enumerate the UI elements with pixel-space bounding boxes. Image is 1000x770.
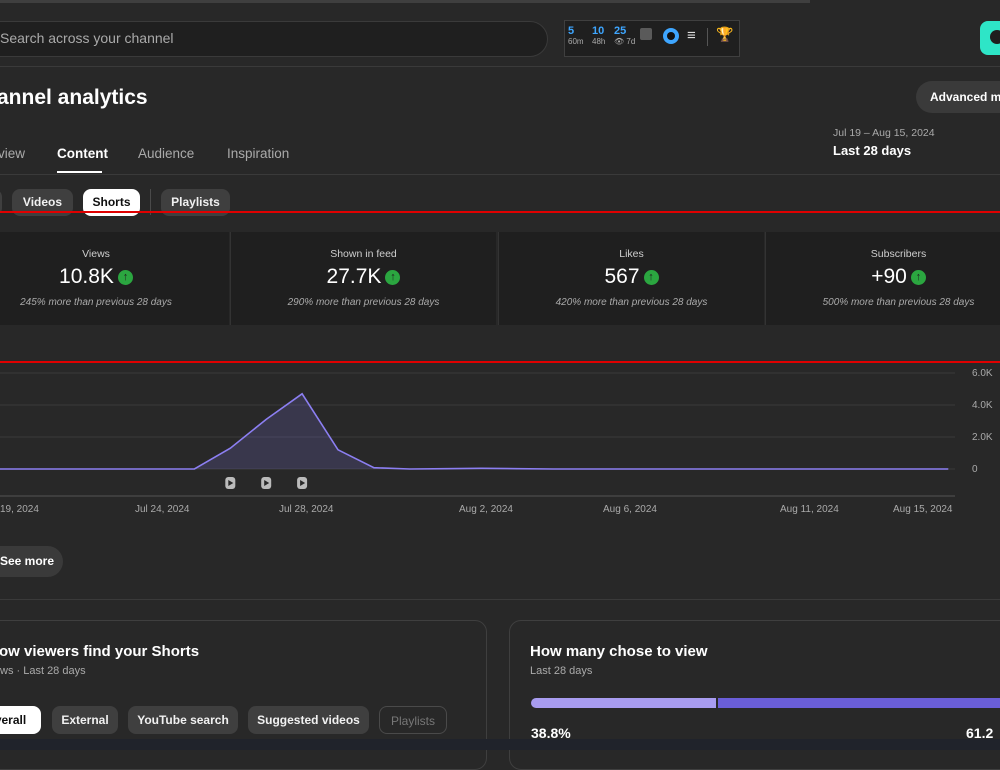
chip-external[interactable]: External (52, 706, 118, 734)
y-tick-label: 2.0K (972, 432, 993, 443)
data-point[interactable] (121, 467, 125, 471)
data-point[interactable] (157, 467, 161, 471)
toolbar-divider (707, 28, 708, 46)
chip-playlists-disabled[interactable]: Playlists (379, 706, 447, 734)
chose-to-view-subtitle: Last 28 days (530, 665, 593, 677)
menu-icon[interactable]: ≡ (687, 27, 696, 44)
metric-card-likes[interactable]: Likes 567 ↑ 420% more than previous 28 da… (498, 232, 764, 325)
data-point[interactable] (192, 467, 196, 471)
metric-value: +90 ↑ (766, 265, 1000, 289)
data-point[interactable] (587, 467, 591, 471)
data-point[interactable] (228, 446, 232, 450)
tab-content[interactable]: Content (57, 146, 108, 161)
tab-audience[interactable]: Audience (138, 146, 194, 161)
y-tick-label: 4.0K (972, 400, 993, 411)
ext-stat-7d: 25 👁 7d (614, 25, 636, 46)
metric-change: 500% more than previous 28 days (822, 297, 975, 308)
data-point[interactable] (803, 467, 807, 471)
data-point[interactable] (480, 466, 484, 470)
trend-up-icon: ↑ (385, 270, 401, 285)
os-taskbar (0, 739, 1000, 750)
metric-label: Views (82, 248, 110, 260)
see-more-button[interactable]: See more (0, 546, 63, 577)
trend-up-icon: ↑ (117, 270, 133, 285)
data-point[interactable] (13, 467, 17, 471)
metric-change: 420% more than previous 28 days (555, 297, 708, 308)
ext-stat-60m: 5 60m (568, 25, 584, 46)
create-icon (990, 30, 1000, 44)
chose-to-view-bar (531, 698, 716, 708)
metric-card-views[interactable]: Views 10.8K ↑ 245% more than previous 28 … (0, 232, 229, 325)
metric-value: 27.7K ↑ (231, 265, 496, 289)
page-title: annel analytics (0, 86, 148, 109)
data-point[interactable] (839, 467, 843, 471)
trophy-icon[interactable]: 🏆 (716, 26, 733, 43)
data-point[interactable] (623, 467, 627, 471)
trend-up-icon: ↑ (910, 270, 926, 285)
chose-to-view-title: How many chose to view (530, 643, 708, 660)
advanced-mode-button[interactable]: Advanced mo (916, 81, 1000, 113)
extension-toolbar (564, 20, 740, 57)
data-point[interactable] (49, 467, 53, 471)
chip-youtube-search[interactable]: YouTube search (128, 706, 238, 734)
active-tab-indicator (57, 171, 102, 173)
data-point[interactable] (551, 467, 555, 471)
x-tick-label: Jul 28, 2024 (279, 504, 334, 515)
top-divider (0, 0, 810, 3)
shorts-publish-icon[interactable] (225, 477, 236, 489)
tabs-divider (0, 174, 1000, 175)
x-tick-label: Aug 11, 2024 (780, 504, 839, 515)
data-point[interactable] (910, 467, 914, 471)
data-point[interactable] (372, 466, 376, 470)
data-point[interactable] (336, 448, 340, 452)
data-point[interactable] (300, 392, 304, 396)
metric-label: Likes (619, 248, 644, 260)
data-point[interactable] (875, 467, 879, 471)
x-tick-label: Jul 24, 2024 (135, 504, 190, 515)
views-chart[interactable] (0, 362, 1000, 502)
swiped-away-bar (718, 698, 1000, 708)
metric-label: Subscribers (870, 248, 927, 260)
highlight-line-top (0, 211, 1000, 213)
metric-value: 567 ↑ (499, 265, 764, 289)
data-point[interactable] (767, 467, 771, 471)
section-divider (0, 599, 1000, 600)
x-tick-label: Aug 15, 2024 (893, 504, 953, 515)
data-point[interactable] (408, 467, 412, 471)
data-point[interactable] (516, 467, 520, 471)
date-range[interactable]: Jul 19 – Aug 15, 2024 (833, 127, 935, 139)
data-point[interactable] (85, 467, 89, 471)
y-tick-label: 6.0K (972, 368, 993, 379)
tab-inspiration[interactable]: Inspiration (227, 146, 289, 161)
x-tick-label: 19, 2024 (0, 504, 39, 515)
metric-change: 245% more than previous 28 days (20, 297, 172, 308)
data-point[interactable] (659, 467, 663, 471)
metric-change: 290% more than previous 28 days (287, 297, 440, 308)
tab-overview[interactable]: view (0, 146, 25, 161)
chart-icon[interactable] (640, 28, 652, 40)
traffic-panel-subtitle: ws · Last 28 days (0, 665, 86, 677)
vidiq-icon[interactable] (663, 28, 679, 44)
data-point[interactable] (946, 467, 950, 471)
chip-suggested-videos[interactable]: Suggested videos (248, 706, 369, 734)
y-tick-label: 0 (972, 464, 978, 475)
metric-value: 10.8K ↑ (0, 265, 229, 289)
ext-stat-48h: 10 48h (592, 25, 606, 46)
x-tick-label: Aug 6, 2024 (603, 504, 657, 515)
date-period[interactable]: Last 28 days (833, 143, 911, 158)
data-point[interactable] (695, 467, 699, 471)
data-point[interactable] (264, 417, 268, 421)
data-point[interactable] (444, 467, 448, 471)
shorts-publish-icon[interactable] (297, 477, 308, 489)
metric-card-subscribers[interactable]: Subscribers +90 ↑ 500% more than previous… (765, 232, 1000, 325)
trend-up-icon: ↑ (643, 270, 659, 285)
x-tick-label: Aug 2, 2024 (459, 504, 513, 515)
search-input[interactable]: Search across your channel (0, 30, 174, 46)
metric-label: Shown in feed (330, 248, 397, 260)
shorts-publish-icon[interactable] (261, 477, 272, 489)
traffic-panel-title: ow viewers find your Shorts (0, 643, 200, 660)
data-point[interactable] (731, 467, 735, 471)
metric-card-shown-in-feed[interactable]: Shown in feed 27.7K ↑ 290% more than prev… (230, 232, 496, 325)
chip-overall[interactable]: verall (0, 706, 41, 734)
